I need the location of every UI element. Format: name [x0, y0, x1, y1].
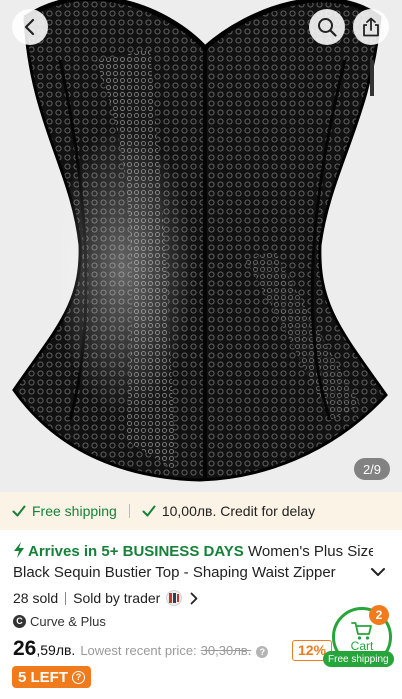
stock-left-badge[interactable]: 5 LEFT ? — [12, 666, 92, 688]
help-icon: ? — [72, 670, 86, 684]
brand-logo-icon: C — [13, 614, 26, 628]
lowest-price-label: Lowest recent price: — [80, 643, 197, 658]
seller-row[interactable]: 28 sold Sold by trader — [13, 588, 198, 608]
info-icon[interactable]: ? — [256, 646, 269, 658]
brand-row[interactable]: C Curve & Plus — [13, 612, 106, 630]
delivery-estimate: Arrives in 5+ BUSINESS DAYS — [28, 543, 244, 560]
shipping-banner[interactable]: Free shipping 10,00лв. Credit for delay — [0, 492, 402, 530]
divider — [65, 591, 67, 605]
chevron-down-icon[interactable] — [370, 566, 386, 578]
price-decimal: ,59лв. — [36, 642, 76, 658]
search-icon — [318, 18, 337, 37]
check-icon — [142, 505, 156, 517]
image-counter: 2/9 — [354, 458, 390, 480]
seller-label: Sold by trader — [73, 590, 161, 606]
cart-icon — [351, 622, 372, 640]
seller-avatar-icon — [166, 590, 183, 606]
delay-credit-label: 10,00лв. Credit for delay — [161, 503, 316, 519]
product-title[interactable]: Arrives in 5+ BUSINESS DAYS Women's Plus… — [13, 541, 373, 583]
old-price: 30,30лв. — [200, 643, 252, 658]
divider — [128, 504, 130, 518]
cart-count-badge: 2 — [369, 605, 389, 625]
sold-count: 28 sold — [13, 590, 59, 606]
brand-name: Curve & Plus — [30, 613, 106, 629]
title-text-rest: Black Sequin Bustier Top - Shaping Waist… — [13, 564, 336, 581]
product-image — [12, 0, 388, 482]
chevron-right-icon — [190, 592, 198, 604]
free-shipping-label: Free shipping — [32, 503, 117, 519]
share-button[interactable] — [353, 9, 389, 45]
share-icon — [363, 17, 379, 37]
product-image-gallery[interactable]: 2/9 — [0, 0, 402, 492]
lightning-icon — [14, 542, 24, 558]
title-text-start: Women's Plus Size — [247, 543, 373, 560]
cart-free-shipping-pill: Free shipping — [323, 651, 394, 667]
search-button[interactable] — [309, 9, 345, 45]
price-integer: 26 — [13, 637, 37, 660]
stock-left-label: 5 LEFT — [18, 668, 69, 686]
check-icon — [12, 505, 26, 517]
chevron-left-icon — [24, 18, 35, 36]
price-row: 26 ,59лв. Lowest recent price: 30,30лв. … — [13, 637, 269, 663]
back-button[interactable] — [12, 9, 48, 45]
